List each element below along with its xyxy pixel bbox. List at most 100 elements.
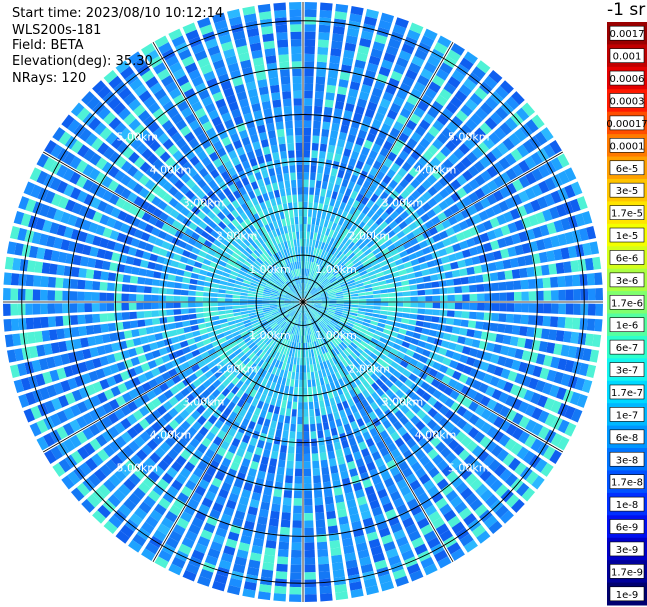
ray-bin (432, 288, 440, 295)
colorbar-tick-label: 0.0001 (610, 141, 645, 152)
ray-bin (151, 302, 159, 310)
ray-bin (143, 294, 152, 302)
ray-bin (40, 276, 49, 288)
ray-bin (380, 306, 389, 311)
ray-bin (454, 294, 463, 302)
ray-bin (47, 276, 57, 288)
nrays: NRays: 120 (12, 71, 87, 86)
ray-bin (502, 335, 512, 345)
ray-bin (387, 306, 396, 312)
ray-bin (573, 303, 581, 315)
ray-bin (262, 303, 270, 307)
ray-bin (573, 289, 581, 301)
ray-bin (239, 305, 248, 309)
ray-bin (304, 586, 317, 595)
colorbar-label-box (609, 115, 645, 131)
ray-bin (285, 187, 292, 196)
ray-bin (333, 108, 343, 117)
ray-bin (285, 120, 293, 129)
range-label: 4.00km (415, 429, 457, 442)
colorbar-tick-label: 3e-8 (616, 455, 639, 466)
ray-bin (303, 372, 307, 380)
ray-bin (564, 275, 573, 287)
ray-bin (380, 289, 388, 294)
ray-bin (543, 303, 552, 314)
ray-bin (283, 423, 290, 432)
ray-bin (310, 165, 317, 173)
ray-bin (303, 187, 309, 195)
ray-bin (145, 326, 155, 335)
ray-bin (123, 330, 133, 339)
ray-bin (330, 547, 342, 557)
ray-bin (48, 329, 58, 341)
ray-bin (315, 415, 322, 424)
ray-bin (293, 90, 302, 99)
colorbar-swatch (607, 492, 647, 516)
ray-bin (296, 164, 303, 173)
ray-bin (296, 424, 303, 432)
ray-bin (303, 446, 311, 454)
ray-bin (330, 130, 339, 139)
ray-bin (337, 456, 346, 465)
colorbar-tick-label: 3e-6 (616, 276, 639, 287)
ray-bin (34, 331, 44, 343)
ray-bin (498, 281, 507, 291)
ray-bin (309, 364, 314, 373)
ray-bin (280, 444, 288, 454)
ray-bin (293, 386, 299, 395)
ray-bin (261, 25, 274, 35)
ray-bin (424, 315, 433, 322)
ray-bin (424, 309, 433, 315)
range-label: 3.00km (183, 395, 225, 408)
ray-bin (296, 357, 300, 366)
ray-bin (276, 128, 285, 138)
ray-bin (332, 569, 345, 579)
ray-bin (453, 277, 462, 286)
ray-bin (565, 303, 574, 315)
ray-bin (275, 196, 282, 206)
ray-bin (305, 350, 309, 358)
ray-bin (217, 293, 226, 298)
ray-bin (303, 402, 309, 410)
ray-bin (322, 474, 331, 483)
instrument-name: WLS200s-181 (12, 23, 102, 38)
ray-bin (275, 474, 284, 483)
ray-bin (303, 365, 307, 373)
ray-bin (297, 187, 303, 195)
ray-bin (226, 286, 234, 291)
ray-bin (144, 277, 153, 286)
colorbar-tick-label: 6e-7 (616, 343, 639, 354)
ray-bin (291, 53, 302, 62)
range-label: 1.00km (315, 263, 357, 276)
ray-bin (282, 98, 292, 107)
ray-bin (380, 310, 388, 315)
ray-bin (310, 423, 316, 432)
ray-bin (304, 90, 313, 99)
ray-bin (332, 33, 344, 43)
ray-bin (548, 329, 558, 341)
ray-bin (94, 259, 104, 269)
ray-bin (314, 187, 321, 196)
ray-bin (290, 217, 295, 225)
ray-bin (180, 296, 189, 302)
ray-bin (304, 120, 312, 128)
ray-bin (313, 105, 323, 114)
ray-bin (314, 225, 319, 233)
ray-bin (317, 548, 329, 558)
ray-bin (232, 295, 241, 299)
ray-bin (373, 294, 381, 298)
ray-bin (274, 585, 287, 595)
ray-bin (332, 561, 344, 571)
ray-bin (415, 277, 424, 284)
ray-bin (286, 195, 292, 203)
ray-bin (327, 518, 338, 527)
ray-bin (147, 261, 156, 270)
range-label: 4.00km (150, 163, 192, 176)
range-label: 3.00km (382, 197, 424, 210)
ray-bin (476, 284, 485, 292)
ray-bin (323, 106, 333, 116)
ray-bin (129, 284, 138, 293)
ray-bin (330, 47, 342, 57)
ray-bin (327, 144, 336, 154)
ray-bin (289, 386, 294, 395)
